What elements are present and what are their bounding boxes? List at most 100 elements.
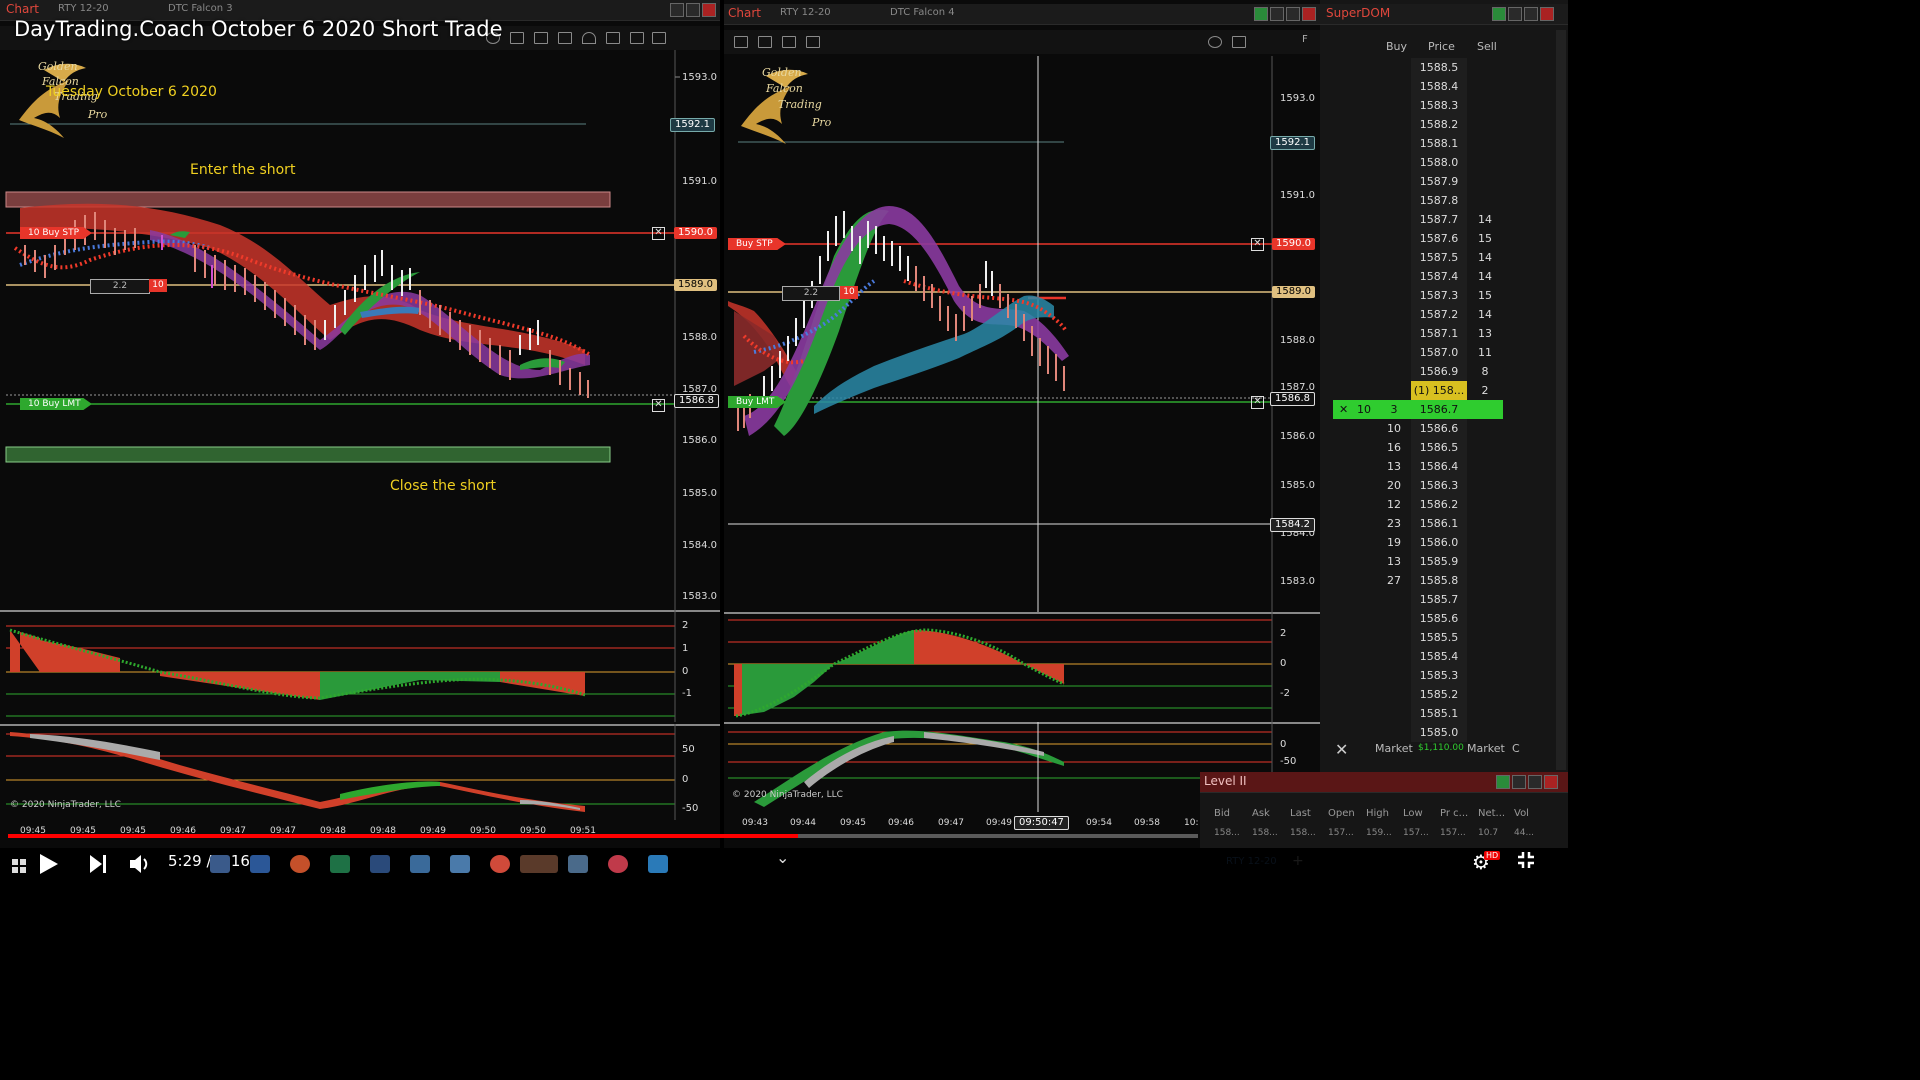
chevron-down-icon[interactable]: ⌄ [776, 848, 789, 867]
fib-tool-icon[interactable] [806, 36, 820, 48]
dom-row[interactable]: 1588.2 [1333, 115, 1503, 134]
dom-row[interactable]: 1588.4 [1333, 77, 1503, 96]
level2-column-header[interactable]: Pr c... [1440, 808, 1468, 819]
taskbar-app3-icon[interactable] [410, 855, 430, 873]
right-buy-limit-order[interactable]: Buy LMT [728, 396, 786, 408]
dom-sell-cell[interactable]: 14 [1467, 210, 1503, 229]
dom-buy-cell[interactable]: 13 [1377, 552, 1411, 571]
dom-row[interactable]: 1587.3 15 [1333, 286, 1503, 305]
right-maximize-button[interactable] [1286, 7, 1300, 21]
dom-row[interactable]: 3 1586.7 ✕ 10 [1333, 400, 1503, 419]
dom-row[interactable]: 1585.2 [1333, 685, 1503, 704]
right-oscillator-1[interactable] [724, 612, 1320, 722]
dom-row[interactable]: 1587.1 13 [1333, 324, 1503, 343]
dom-row[interactable]: 10 1586.6 [1333, 419, 1503, 438]
dom-buy-cell[interactable]: 20 [1377, 476, 1411, 495]
level2-column-header[interactable]: Net... [1478, 808, 1505, 819]
dom-buy-cell[interactable]: 13 [1377, 457, 1411, 476]
taskbar-ninjatrader-icon[interactable] [520, 855, 558, 873]
left-maximize-button[interactable] [686, 3, 700, 17]
dom-sell-cell[interactable]: 8 [1467, 362, 1503, 381]
dom-row[interactable]: 19 1586.0 [1333, 533, 1503, 552]
superdom-link-button[interactable] [1492, 7, 1506, 21]
dom-row[interactable]: 1587.4 14 [1333, 267, 1503, 286]
right-minimize-button[interactable] [1270, 7, 1284, 21]
left-close-button[interactable] [702, 3, 716, 17]
superdom-scrollbar[interactable] [1556, 30, 1566, 770]
taskbar-powerpoint-icon[interactable] [290, 855, 310, 873]
dom-row[interactable]: 27 1585.8 [1333, 571, 1503, 590]
rectangle-tool-icon[interactable] [1232, 36, 1246, 48]
left-cancel-limit-icon[interactable]: ✕ [652, 399, 665, 412]
dom-row[interactable]: 1588.0 [1333, 153, 1503, 172]
superdom-maximize-button[interactable] [1524, 7, 1538, 21]
volume-icon[interactable] [128, 853, 150, 879]
ray-tool-icon[interactable] [782, 36, 796, 48]
level2-column-header[interactable]: Bid [1214, 808, 1230, 819]
left-position-qty[interactable]: 2.2 [90, 279, 150, 294]
dom-row[interactable]: 1587.5 14 [1333, 248, 1503, 267]
level2-column-header[interactable]: Low [1403, 808, 1423, 819]
dom-sell-cell[interactable]: 15 [1467, 286, 1503, 305]
level2-maximize-button[interactable] [1528, 775, 1542, 789]
dom-row[interactable]: 20 1586.3 [1333, 476, 1503, 495]
rectangle-tool-icon[interactable] [510, 32, 524, 44]
line-tool-icon[interactable] [758, 36, 772, 48]
right-close-button[interactable] [1302, 7, 1316, 21]
dom-row[interactable]: 1588.3 [1333, 96, 1503, 115]
superdom-close-button[interactable] [1540, 7, 1554, 21]
level2-column-header[interactable]: High [1366, 808, 1389, 819]
next-icon[interactable] [88, 853, 108, 879]
taskbar-k-icon[interactable] [608, 855, 628, 873]
dom-sell-cell[interactable]: 2 [1467, 381, 1503, 400]
dom-row[interactable]: 1587.6 15 [1333, 229, 1503, 248]
dom-row[interactable]: 1588.1 [1333, 134, 1503, 153]
dom-buy-cell[interactable]: 10 [1377, 419, 1411, 438]
windows-start-icon[interactable] [12, 858, 26, 873]
level2-column-header[interactable]: Last [1290, 808, 1311, 819]
dom-row[interactable]: 1585.6 [1333, 609, 1503, 628]
dom-buy-cell[interactable]: 3 [1377, 400, 1411, 419]
left-template-select[interactable]: DTC Falcon 3 [168, 3, 233, 14]
polygon-tool-icon[interactable] [558, 32, 572, 44]
arc-tool-icon[interactable] [582, 32, 596, 44]
dom-buy-cell[interactable]: 27 [1377, 571, 1411, 590]
play-icon[interactable] [38, 852, 60, 880]
pencil-tool-icon[interactable] [652, 32, 666, 44]
dom-row[interactable]: 16 1586.5 [1333, 438, 1503, 457]
right-cancel-stop-icon[interactable]: ✕ [1251, 238, 1264, 251]
dom-market-sell-button[interactable]: Market [1467, 742, 1505, 755]
right-instrument-select[interactable]: RTY 12-20 [780, 7, 831, 18]
right-position-qty[interactable]: 2.2 [782, 286, 840, 301]
superdom-minimize-button[interactable] [1508, 7, 1522, 21]
dom-buy-cell[interactable]: 12 [1377, 495, 1411, 514]
level2-column-header[interactable]: Open [1328, 808, 1355, 819]
level2-column-header[interactable]: Vol [1514, 808, 1529, 819]
right-link-button[interactable] [1254, 7, 1268, 21]
left-instrument-select[interactable]: RTY 12-20 [58, 3, 109, 14]
dom-row[interactable]: 1587.7 14 [1333, 210, 1503, 229]
dom-row[interactable]: 1585.7 [1333, 590, 1503, 609]
superdom-titlebar[interactable]: SuperDOM [1320, 4, 1568, 25]
left-position-size[interactable]: 10 [149, 279, 167, 292]
level2-close-button[interactable] [1544, 775, 1558, 789]
left-buy-limit-order[interactable]: 10 Buy LMT [20, 398, 92, 410]
left-cancel-stop-icon[interactable]: ✕ [652, 227, 665, 240]
right-f-label[interactable]: F [1302, 34, 1308, 45]
dom-buy-cell[interactable]: 16 [1377, 438, 1411, 457]
level2-titlebar[interactable]: Level II [1200, 772, 1568, 793]
dom-row[interactable]: 1587.0 11 [1333, 343, 1503, 362]
dom-buy-cell[interactable]: 19 [1377, 533, 1411, 552]
dom-row[interactable]: 1586.9 8 [1333, 362, 1503, 381]
dom-row[interactable]: 1585.0 [1333, 723, 1503, 742]
taskbar-chrome-icon[interactable] [490, 855, 510, 873]
right-template-select[interactable]: DTC Falcon 4 [890, 7, 955, 18]
dom-row[interactable]: 1588.5 [1333, 58, 1503, 77]
ellipse-tool-icon[interactable] [1208, 36, 1222, 48]
dom-sell-cell[interactable]: 14 [1467, 267, 1503, 286]
left-price-chart[interactable] [0, 50, 720, 610]
dom-sell-cell[interactable]: 11 [1467, 343, 1503, 362]
dom-sell-cell[interactable]: 14 [1467, 305, 1503, 324]
level2-link-button[interactable] [1496, 775, 1510, 789]
left-minimize-button[interactable] [670, 3, 684, 17]
